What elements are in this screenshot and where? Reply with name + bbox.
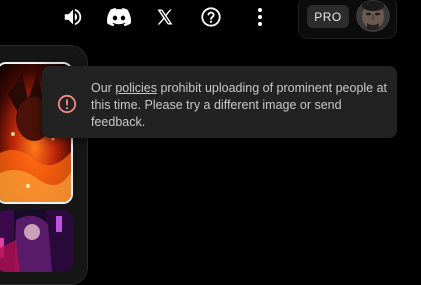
speaker-icon[interactable] xyxy=(61,5,85,29)
discord-icon[interactable] xyxy=(107,5,131,29)
more-vert-icon[interactable] xyxy=(248,5,272,29)
x-icon[interactable] xyxy=(153,5,177,29)
toast-text-before: Our xyxy=(91,81,116,95)
toast-message: Our policies prohibit uploading of promi… xyxy=(91,80,391,131)
error-toast: Our policies prohibit uploading of promi… xyxy=(42,66,397,138)
avatar[interactable] xyxy=(356,0,390,32)
pro-badge[interactable]: PRO xyxy=(307,5,349,28)
image-thumbnail[interactable] xyxy=(0,210,73,272)
policies-link[interactable]: policies xyxy=(115,81,157,95)
help-icon[interactable] xyxy=(199,5,223,29)
alert-circle-icon xyxy=(57,94,77,114)
